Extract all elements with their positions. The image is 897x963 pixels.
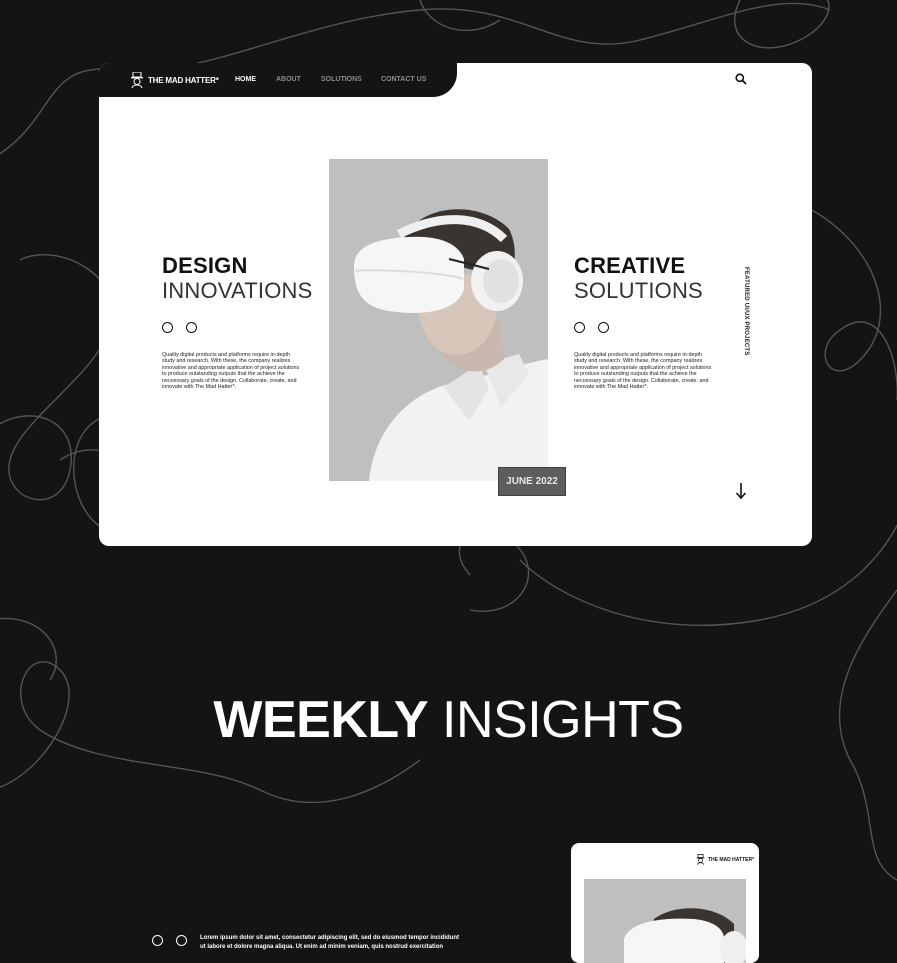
nav-item-contact-us[interactable]: CONTACT US — [381, 76, 426, 83]
mini-brand-name: THE MAD HATTER* — [708, 856, 755, 863]
nav-item-about[interactable]: ABOUT — [276, 76, 301, 83]
right-title-bold: CREATIVE — [574, 253, 686, 278]
insights-slider-dot-2[interactable] — [176, 935, 187, 946]
insights-slider-dot-1[interactable] — [152, 935, 163, 946]
insights-title-bold: WEEKLY — [213, 691, 429, 749]
right-slider-dot-1[interactable] — [574, 322, 585, 333]
hatter-logo-icon — [131, 72, 143, 88]
nav-item-home[interactable]: HOME — [235, 76, 256, 83]
search-icon[interactable] — [735, 73, 747, 85]
left-title-bold: DESIGN — [162, 253, 248, 278]
left-title-light: INNOVATIONS — [162, 278, 313, 303]
left-slider-dot-2[interactable] — [186, 322, 197, 333]
insight-preview-card[interactable]: THE MAD HATTER* — [571, 843, 759, 963]
arrow-down-icon[interactable] — [735, 482, 747, 500]
hatter-logo-icon — [696, 854, 705, 865]
top-nav: THE MAD HATTER* HOME ABOUT SOLUTIONS CON… — [99, 63, 457, 97]
right-description: Quality digital products and platforms r… — [574, 352, 712, 391]
right-slider-dot-2[interactable] — [598, 322, 609, 333]
featured-projects-label[interactable]: FEATURED UI/UX PROJECTS — [743, 267, 749, 356]
hero-photo — [329, 159, 548, 481]
mini-brand-logo: THE MAD HATTER* — [696, 854, 754, 865]
mini-card-photo — [584, 879, 746, 963]
brand-name: THE MAD HATTER* — [148, 75, 219, 85]
insights-title-light: INSIGHTS — [442, 691, 684, 749]
nav-item-solutions[interactable]: SOLUTIONS — [321, 76, 362, 83]
hero-card: THE MAD HATTER* HOME ABOUT SOLUTIONS CON… — [99, 63, 812, 546]
left-description: Quality digital products and platforms r… — [162, 352, 300, 391]
date-badge: JUNE 2022 — [498, 467, 566, 496]
left-slider-dot-1[interactable] — [162, 322, 173, 333]
insights-text: Lorem ipsum dolor sit amet, consectetur … — [200, 935, 460, 950]
weekly-insights-heading: WEEKLY INSIGHTS — [0, 690, 897, 750]
vr-headset-man-photo — [354, 209, 548, 481]
brand-logo[interactable]: THE MAD HATTER* — [130, 72, 219, 88]
right-title-light: SOLUTIONS — [574, 278, 703, 303]
vr-headset-photo-preview — [624, 908, 746, 963]
